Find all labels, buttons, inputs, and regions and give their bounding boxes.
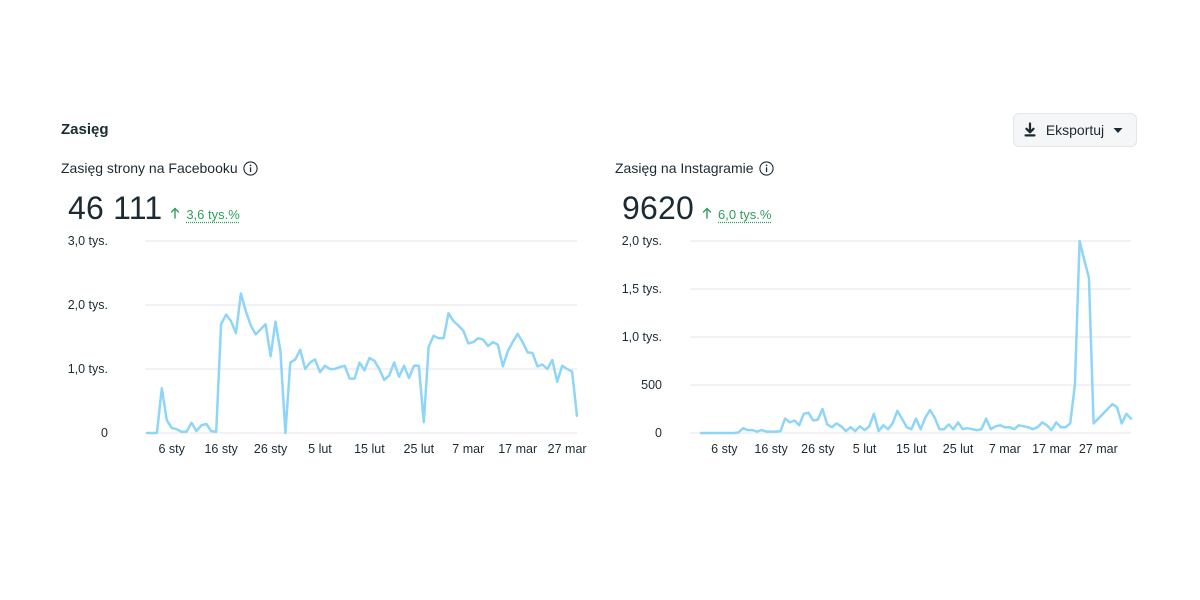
y-tick-label: 2,0 tys. [622,234,662,248]
x-tick-label: 26 sty [801,442,835,456]
x-tick-label: 15 lut [896,442,927,456]
facebook-reach-value: 46 111 [68,190,163,226]
x-tick-label: 7 mar [452,442,484,456]
info-icon[interactable] [243,160,258,176]
series-line [145,292,579,435]
x-tick-label: 5 lut [308,442,332,456]
facebook-reach-chart-svg: 0 1,0 tys. 2,0 tys. 3,0 tys. 6 sty 16 sty 26 s… [68,234,587,456]
arrow-up-icon [170,207,180,222]
y-tick-label: 0 [655,426,662,440]
x-tick-label: 26 sty [254,442,288,456]
instagram-reach-title-wrap: Zasięg na Instagramie [615,160,774,176]
instagram-reach-value: 9620 [622,190,694,226]
x-tick-label: 15 lut [354,442,385,456]
instagram-reach-delta-value: 6,0 tys.% [718,207,772,222]
export-button[interactable]: Eksportuj [1013,113,1137,147]
instagram-reach-delta[interactable]: 6,0 tys.% [702,207,771,222]
x-tick-label: 17 mar [1032,442,1071,456]
x-tick-label: 25 lut [943,442,974,456]
x-tick-label: 27 mar [1079,442,1118,456]
info-icon[interactable] [758,160,774,176]
x-tick-label: 6 sty [159,442,186,456]
x-tick-label: 6 sty [711,442,738,456]
instagram-reach-chart-svg: 0 500 1,0 tys. 1,5 tys. 2,0 tys. 6 sty 16 sty 2… [622,234,1133,456]
x-tick-label: 25 lut [404,442,435,456]
y-tick-label: 1,0 tys. [68,362,108,376]
facebook-reach-title: Zasięg strony na Facebooku [61,160,238,176]
facebook-reach-delta[interactable]: 3,6 tys.% [170,207,240,222]
y-tick-label: 3,0 tys. [68,234,108,248]
instagram-kpi: 9620 6,0 tys.% [622,190,771,227]
x-tick-label: 5 lut [853,442,877,456]
facebook-reach-chart: 0 1,0 tys. 2,0 tys. 3,0 tys. 6 sty 16 sty 26 s… [40,228,587,463]
facebook-kpi: 46 111 3,6 tys.% [68,190,240,227]
arrow-up-icon [702,207,712,222]
y-tick-label: 2,0 tys. [68,298,108,312]
x-tick-label: 7 mar [989,442,1021,456]
y-tick-label: 500 [641,378,662,392]
instagram-reach-title: Zasięg na Instagramie [615,160,754,176]
x-tick-label: 16 sty [204,442,238,456]
facebook-reach-delta-value: 3,6 tys.% [186,207,240,222]
x-tick-label: 16 sty [754,442,788,456]
section-title: Zasięg [61,121,109,138]
caret-down-icon [1112,122,1128,138]
download-icon [1022,122,1038,138]
x-tick-label: 27 mar [548,442,587,456]
y-tick-label: 0 [101,426,108,440]
y-tick-label: 1,5 tys. [622,282,662,296]
x-tick-label: 17 mar [498,442,537,456]
export-button-label: Eksportuj [1045,122,1105,138]
instagram-reach-chart: 0 500 1,0 tys. 1,5 tys. 2,0 tys. 6 sty 16 sty 2… [600,228,1145,463]
y-tick-label: 1,0 tys. [622,330,662,344]
facebook-reach-title-wrap: Zasięg strony na Facebooku [61,160,258,176]
